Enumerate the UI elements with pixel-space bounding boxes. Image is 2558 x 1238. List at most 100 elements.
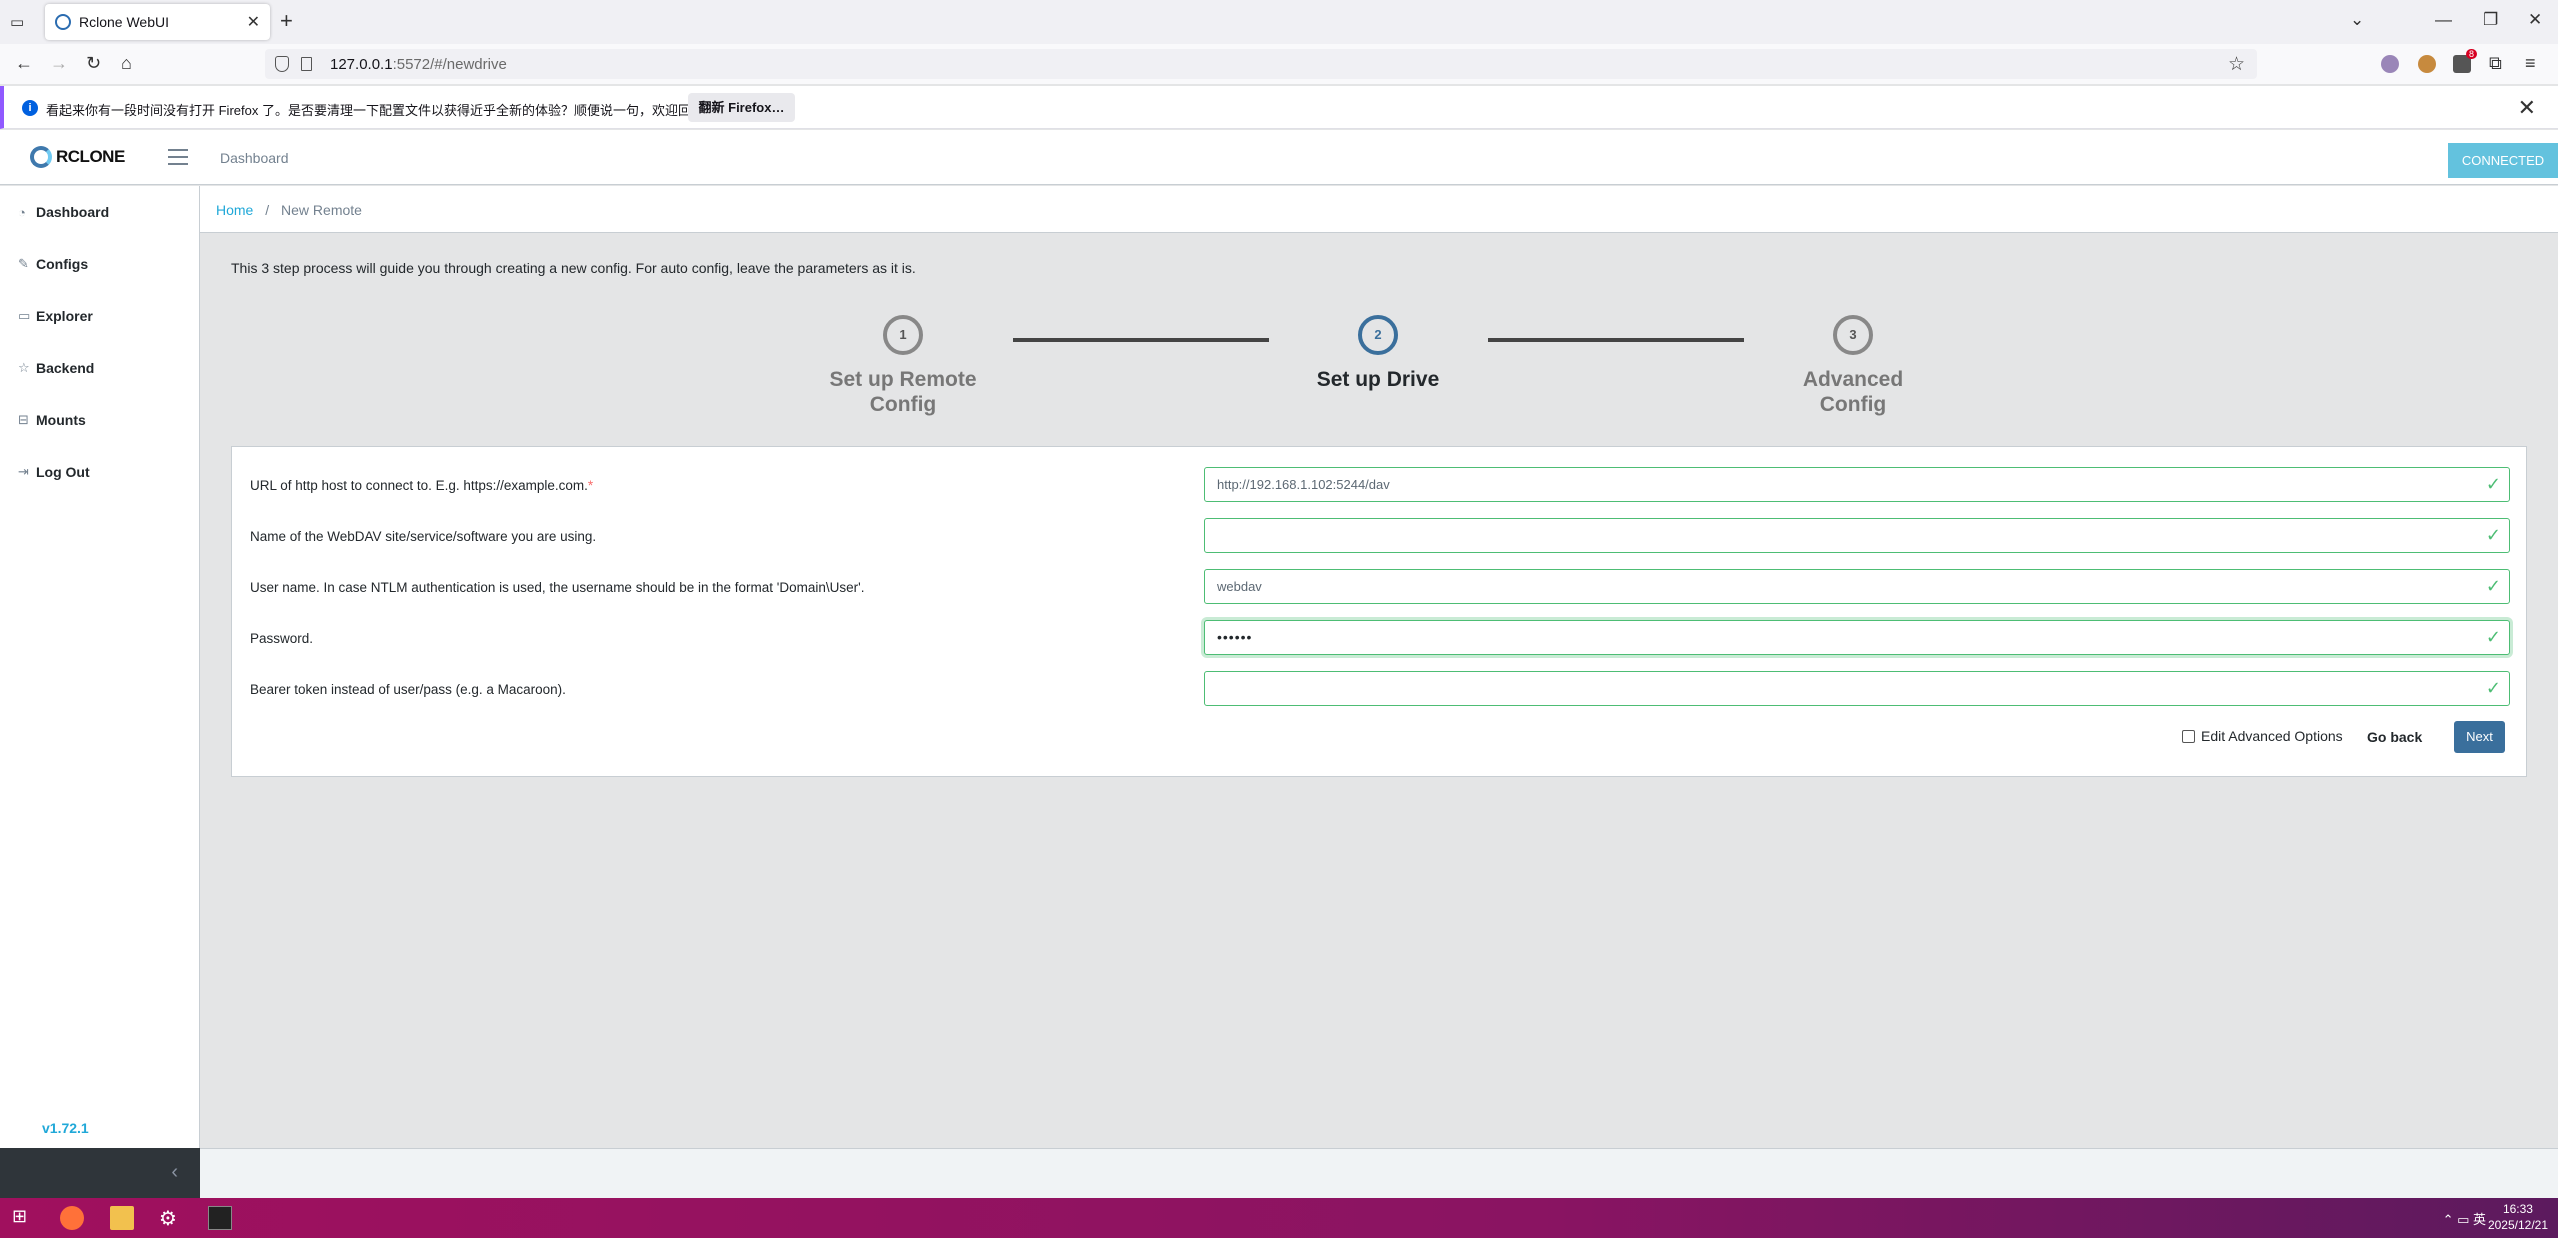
bearer-token-input[interactable]: ✓ bbox=[1204, 671, 2510, 706]
user-field-label: User name. In case NTLM authentication i… bbox=[250, 580, 865, 595]
version-label: v1.72.1 bbox=[42, 1120, 89, 1136]
file-explorer-taskbar-icon[interactable] bbox=[110, 1206, 134, 1230]
forward-icon[interactable]: → bbox=[50, 53, 68, 73]
url-bar[interactable]: 127.0.0.1:5572/#/newdrive ☆ bbox=[265, 49, 2257, 79]
shield-icon[interactable] bbox=[275, 56, 289, 72]
vendor-input[interactable]: ✓ bbox=[1204, 518, 2510, 553]
sidebar-toggle-icon[interactable] bbox=[168, 149, 188, 165]
url-field-label: URL of http host to connect to. E.g. htt… bbox=[250, 478, 594, 493]
step-label-line: Advanced bbox=[1802, 368, 1904, 391]
intro-text: This 3 step process will guide you throu… bbox=[231, 260, 916, 276]
system-tray[interactable]: ⌃ ▭ 英 bbox=[2443, 1209, 2486, 1228]
browser-tab-bar: ▭ Rclone WebUI ✕ + ⌄ — ❐ ✕ bbox=[0, 0, 2558, 44]
advanced-options-checkbox[interactable] bbox=[2182, 729, 2195, 743]
sidebar: ◔ Dashboard ✎ Configs ▭ Explorer ☆ Backe… bbox=[0, 186, 200, 1148]
sidebar-item-logout[interactable]: ⇥ Log Out bbox=[0, 446, 199, 498]
required-marker: * bbox=[587, 478, 594, 493]
url-text[interactable]: 127.0.0.1:5572/#/newdrive bbox=[330, 56, 507, 73]
browser-tab[interactable]: Rclone WebUI ✕ bbox=[45, 4, 270, 40]
notification-text: 看起来你有一段时间没有打开 Firefox 了。是否要清理一下配置文件以获得近乎… bbox=[46, 103, 717, 118]
brand-logo[interactable]: RCLONE bbox=[30, 146, 125, 168]
sidebar-item-label: Log Out bbox=[36, 464, 90, 480]
step-label-line: Config bbox=[1819, 393, 1887, 416]
checkmark-icon: ✓ bbox=[2485, 678, 2501, 698]
tab-title: Rclone WebUI bbox=[79, 14, 170, 30]
taskbar-clock[interactable]: 16:33 2025/12/21 bbox=[2488, 1201, 2548, 1233]
step-2: 2 Set up Drive bbox=[1288, 315, 1468, 392]
sidebar-item-label: Explorer bbox=[36, 308, 93, 324]
logout-icon: ⇥ bbox=[18, 464, 29, 479]
speedometer-icon: ◔ bbox=[18, 204, 26, 220]
clock-time: 16:33 bbox=[2502, 1202, 2533, 1216]
extension-badge-count: 8 bbox=[2465, 49, 2477, 59]
checkmark-icon: ✓ bbox=[2485, 525, 2501, 545]
sidebar-minimizer[interactable]: ‹ bbox=[0, 1148, 200, 1198]
breadcrumb-separator: / bbox=[265, 202, 270, 218]
step-label: Set up Drive bbox=[1288, 367, 1468, 392]
extensions-puzzle-icon[interactable]: ⧉ bbox=[2489, 53, 2502, 73]
extension-circle-icon[interactable] bbox=[2381, 55, 2399, 73]
bearer-token-field-label: Bearer token instead of user/pass (e.g. … bbox=[250, 682, 566, 697]
sidebar-item-explorer[interactable]: ▭ Explorer bbox=[0, 290, 199, 342]
sidebar-item-backend[interactable]: ☆ Backend bbox=[0, 342, 199, 394]
browser-nav-bar: ← → ↻ ⌂ 127.0.0.1:5572/#/newdrive ☆ 8 ⧉ … bbox=[0, 44, 2558, 84]
bookmark-star-icon[interactable]: ☆ bbox=[2228, 53, 2245, 76]
step-label-line: Set up Drive bbox=[1316, 368, 1440, 391]
tab-list-icon[interactable]: ▭ bbox=[10, 13, 28, 31]
firefox-taskbar-icon[interactable] bbox=[60, 1206, 84, 1230]
url-input[interactable]: http://192.168.1.102:5244/dav ✓ bbox=[1204, 467, 2510, 502]
rclone-favicon-icon bbox=[55, 14, 71, 30]
user-input-value: webdav bbox=[1217, 579, 1262, 594]
sidebar-item-label: Dashboard bbox=[36, 204, 110, 220]
header-dashboard-link[interactable]: Dashboard bbox=[220, 150, 289, 166]
window-close-icon[interactable]: ✕ bbox=[2528, 10, 2542, 30]
breadcrumb: Home / New Remote bbox=[200, 186, 2558, 233]
page-icon[interactable] bbox=[301, 57, 312, 71]
user-input[interactable]: webdav ✓ bbox=[1204, 569, 2510, 604]
step-3: 3 Advanced Config bbox=[1763, 315, 1943, 417]
ime-indicator[interactable]: 英 bbox=[2473, 1212, 2486, 1227]
windows-start-icon[interactable]: ⊞ bbox=[12, 1206, 36, 1230]
password-input[interactable]: •••••• ✓ bbox=[1204, 620, 2510, 655]
info-icon: i bbox=[22, 100, 38, 116]
minimize-icon[interactable]: — bbox=[2435, 10, 2452, 30]
advanced-options-toggle[interactable]: Edit Advanced Options bbox=[2182, 728, 2343, 744]
go-back-button[interactable]: Go back bbox=[2367, 729, 2422, 745]
terminal-taskbar-icon[interactable] bbox=[208, 1206, 232, 1230]
tab-close-icon[interactable]: ✕ bbox=[247, 12, 260, 32]
step-label: Set up Remote Config bbox=[813, 367, 993, 417]
drive-icon: ⊟ bbox=[18, 412, 29, 427]
sidebar-item-dashboard[interactable]: ◔ Dashboard bbox=[0, 186, 199, 238]
notification-close-icon[interactable]: ✕ bbox=[2518, 95, 2536, 121]
step-label-line: Set up Remote bbox=[829, 368, 977, 391]
monitor-icon: ▭ bbox=[18, 308, 31, 323]
reload-icon[interactable]: ↻ bbox=[86, 53, 101, 73]
extension-badge-icon[interactable]: 8 bbox=[2453, 49, 2477, 73]
sidebar-item-label: Mounts bbox=[36, 412, 86, 428]
step-number: 3 bbox=[1833, 315, 1873, 355]
drive-config-form: URL of http host to connect to. E.g. htt… bbox=[231, 446, 2527, 777]
settings-gear-icon[interactable]: ⚙ bbox=[159, 1206, 183, 1230]
menu-icon[interactable]: ≡ bbox=[2525, 53, 2536, 73]
refresh-firefox-button[interactable]: 翻新 Firefox… bbox=[688, 93, 795, 122]
restore-icon[interactable]: ❐ bbox=[2483, 10, 2498, 30]
app-footer bbox=[200, 1148, 2558, 1198]
step-number: 1 bbox=[883, 315, 923, 355]
home-icon[interactable]: ⌂ bbox=[121, 53, 132, 73]
new-tab-icon[interactable]: + bbox=[280, 10, 293, 32]
sidebar-item-label: Backend bbox=[36, 360, 95, 376]
back-icon[interactable]: ← bbox=[15, 53, 33, 73]
step-label-line: Config bbox=[869, 393, 937, 416]
chevron-down-icon[interactable]: ⌄ bbox=[2350, 10, 2364, 30]
checkmark-icon: ✓ bbox=[2485, 627, 2501, 647]
sidebar-item-configs[interactable]: ✎ Configs bbox=[0, 238, 199, 290]
next-button[interactable]: Next bbox=[2454, 721, 2505, 753]
breadcrumb-home[interactable]: Home bbox=[216, 202, 253, 218]
advanced-options-label: Edit Advanced Options bbox=[2201, 728, 2343, 744]
sidebar-item-mounts[interactable]: ⊟ Mounts bbox=[0, 394, 199, 446]
connection-status-button[interactable]: CONNECTED bbox=[2448, 143, 2558, 178]
rclone-logo-icon bbox=[30, 146, 52, 168]
checkmark-icon: ✓ bbox=[2485, 576, 2501, 596]
clock-date: 2025/12/21 bbox=[2487, 1218, 2548, 1232]
extension-fox-icon[interactable] bbox=[2418, 55, 2436, 73]
